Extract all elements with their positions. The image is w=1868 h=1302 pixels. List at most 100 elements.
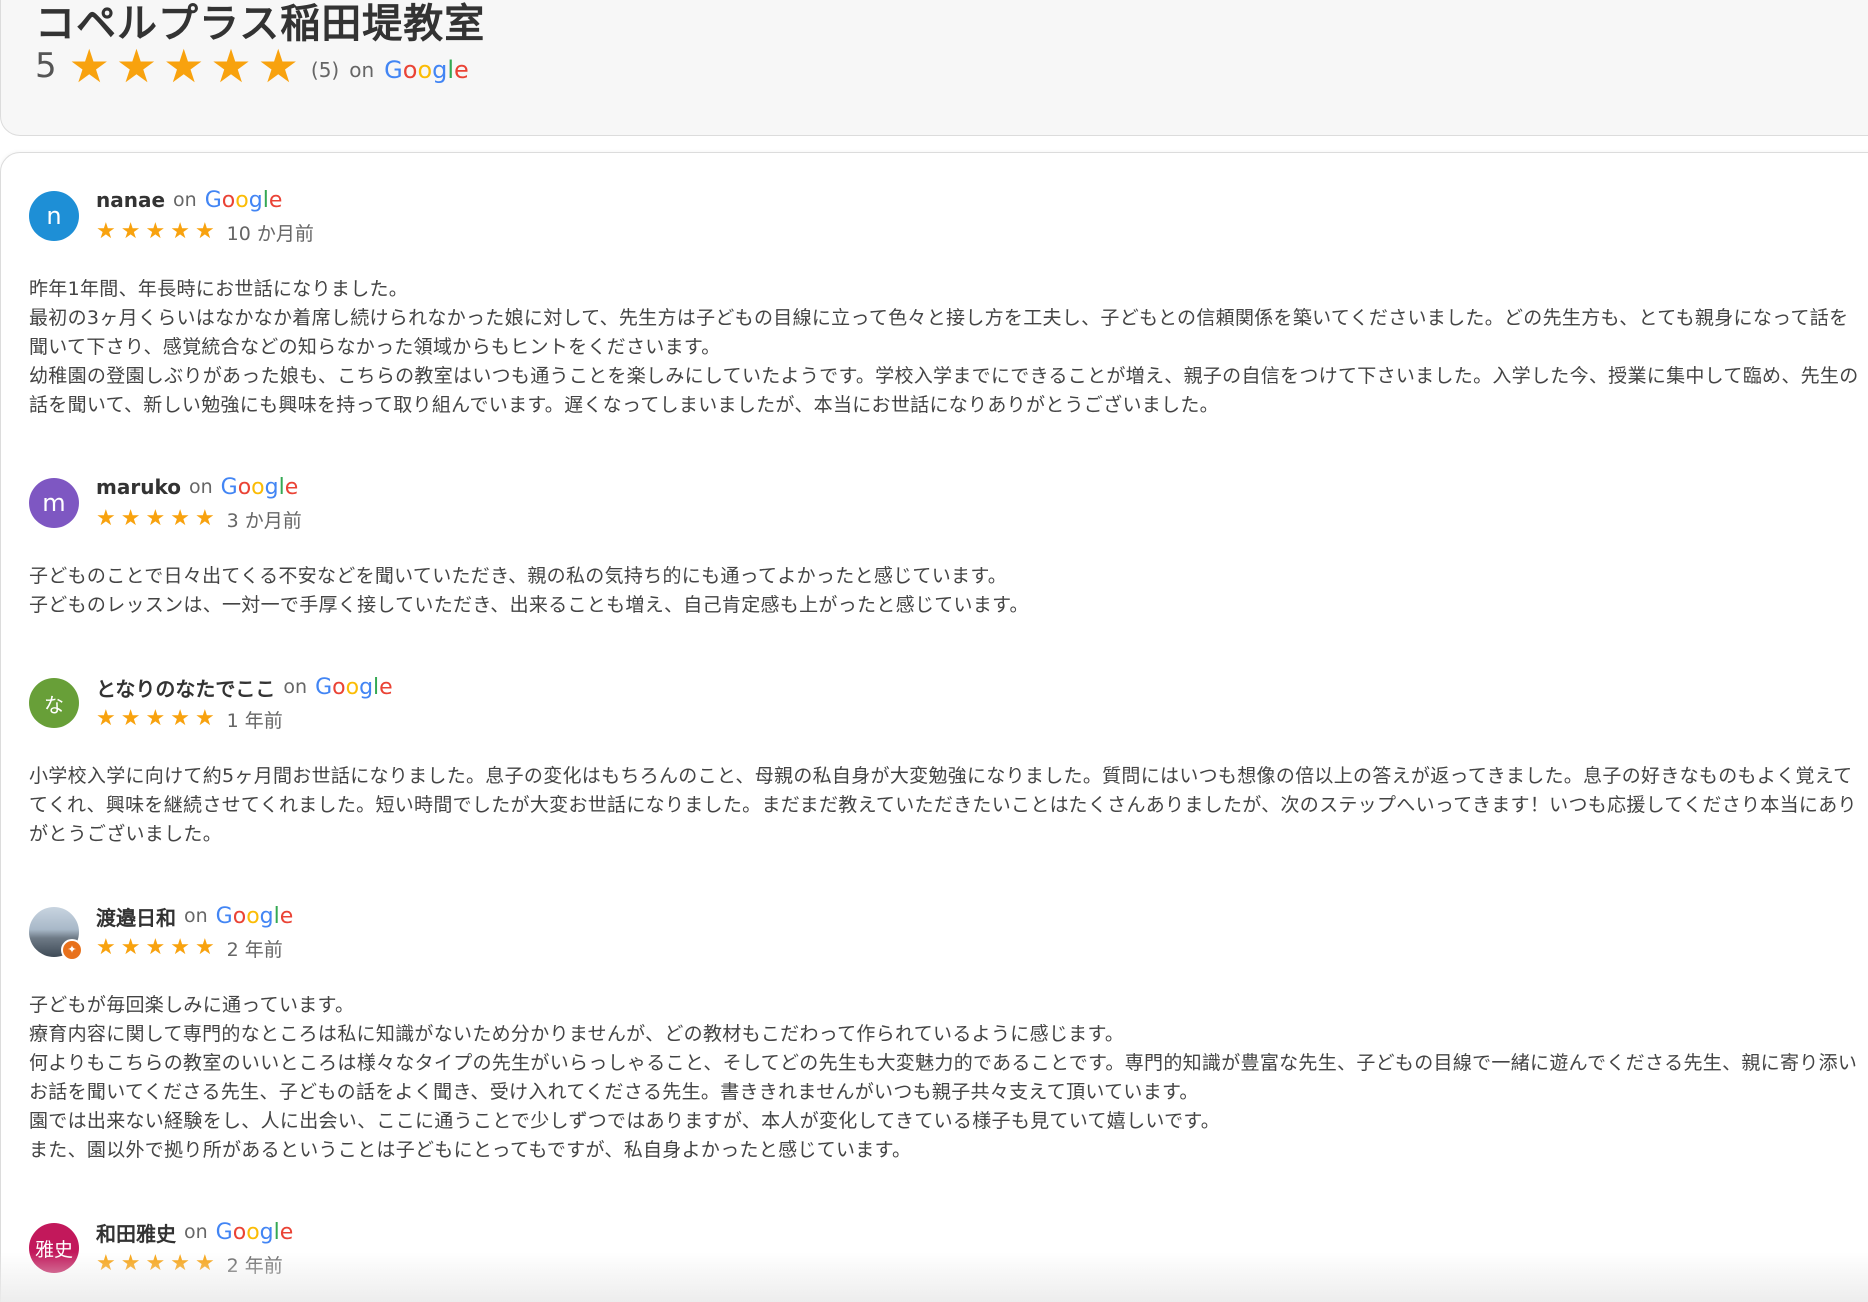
review-time: 10 か月前 [226,222,314,245]
reviewer-line: nanae on Google [96,185,282,215]
star-icon: ★ [96,935,116,960]
review-stars: ★ ★ ★ ★ ★ [96,1253,215,1275]
reviewer-name[interactable]: 渡邉日和 [96,902,176,931]
on-label: on [283,676,308,698]
on-label: on [173,189,197,211]
star-icon: ★ [170,935,190,960]
star-icon: ★ [145,219,166,244]
google-logo[interactable]: Google [315,675,393,700]
review-time: 2 年前 [226,938,283,961]
google-logo-letter: e [379,674,393,700]
google-logo[interactable]: Google [221,475,299,500]
google-logo-letter: g [264,474,279,500]
google-logo-letter: o [221,187,236,213]
google-logo-letter: o [232,1219,247,1245]
star-icon: ★ [120,219,141,244]
review-rating: ★ ★ ★ ★ ★ 3 か月前 [96,504,302,534]
review-time: 1 年前 [226,709,283,732]
review-time: 2 年前 [226,1254,283,1277]
star-icon: ★ [115,39,158,93]
avatar[interactable]: 雅史 [29,1223,79,1273]
review-rating: ★ ★ ★ ★ ★ 10 か月前 [96,217,314,247]
google-logo-letter: G [215,903,233,929]
google-logo-letter: g [248,187,263,213]
google-logo[interactable]: Google [216,904,294,929]
review-rating: ★ ★ ★ ★ ★ 2 年前 [96,933,283,963]
on-label: on [188,476,213,498]
google-logo-letter: g [259,1219,274,1245]
star-icon: ★ [120,1251,141,1276]
star-icon: ★ [210,39,252,93]
summary-card: コペルプラス稲田堤教室 5 ★ ★ ★ ★ ★ (5) on Google [0,0,1868,136]
avatar[interactable]: m [29,478,79,528]
google-logo[interactable]: Google [216,1220,294,1245]
google-logo-letter: o [235,187,249,213]
google-logo-letter: o [251,474,265,500]
star-icon: ★ [194,219,215,244]
review-text: 子どものことで日々出てくる不安などを聞いていただき、親の私の気持ち的にも通ってよ… [29,565,1029,616]
reviewer-name[interactable]: maruko [96,475,181,499]
google-logo-letter: e [454,56,469,84]
reviewer-name[interactable]: となりのなたでここ [96,673,275,702]
reviews-list: n nanae on Google ★ ★ ★ ★ ★ 10 か月前 昨年1年間… [0,152,1868,1302]
star-icon: ★ [96,506,116,531]
google-logo[interactable]: Google [384,56,469,84]
star-icon: ★ [145,935,166,960]
avatar[interactable]: な [29,678,79,728]
reviews-widget: コペルプラス稲田堤教室 5 ★ ★ ★ ★ ★ (5) on Google n … [0,0,1868,1302]
google-logo-letter: o [232,903,247,929]
avatar[interactable]: n [29,191,79,241]
review-rating: ★ ★ ★ ★ ★ 1 年前 [96,704,283,734]
rating-stars: ★ ★ ★ ★ ★ [69,43,299,89]
rating-summary: 5 ★ ★ ★ ★ ★ (5) on Google [35,43,469,89]
google-logo-letter: o [345,674,360,700]
review-count[interactable]: (5) [311,58,339,82]
star-icon: ★ [170,1251,190,1276]
google-logo-letter: g [259,903,274,929]
google-logo-letter: o [246,1219,260,1245]
review-stars: ★ ★ ★ ★ ★ [96,708,215,730]
star-icon: ★ [120,935,141,960]
rating-value: 5 [35,46,57,86]
reviewer-line: 渡邉日和 on Google [96,901,293,931]
star-icon: ★ [170,219,190,244]
reviewer-name[interactable]: nanae [96,188,165,212]
review-text: 小学校入学に向けて約5ヶ月間お世話になりました。息子の変化はもちろんのこと、母親… [29,765,1857,845]
reviewer-name[interactable]: 和田雅史 [96,1218,176,1247]
avatar[interactable]: ✦ [29,907,83,961]
google-logo[interactable]: Google [205,188,283,213]
google-logo-letter: G [384,56,403,84]
star-icon: ★ [120,706,141,731]
on-label: on [184,905,208,927]
avatar-initial: n [46,202,62,230]
star-icon: ★ [194,706,215,731]
google-logo-letter: G [215,1219,233,1245]
on-label: on [349,58,375,82]
star-icon: ★ [96,219,116,244]
star-icon: ★ [145,506,166,531]
avatar-initial: な [44,692,64,717]
review-stars: ★ ★ ★ ★ ★ [96,508,215,530]
reviewer-line: となりのなたでここ on Google [96,672,393,702]
reviewer-line: maruko on Google [96,472,298,502]
google-logo-letter: G [220,474,238,500]
star-icon: ★ [96,1251,116,1276]
google-logo-letter: G [315,674,333,700]
google-logo-letter: e [279,903,294,929]
star-icon: ★ [194,506,215,531]
star-icon: ★ [145,706,166,731]
star-icon: ★ [170,506,190,531]
star-icon: ★ [194,935,215,960]
google-logo-letter: o [417,56,433,84]
review-stars: ★ ★ ★ ★ ★ [96,221,215,243]
google-logo-letter: e [268,187,283,213]
reviewer-line: 和田雅史 on Google [96,1217,293,1247]
review-stars: ★ ★ ★ ★ ★ [96,937,215,959]
review-time: 3 か月前 [226,509,302,532]
google-logo-letter: G [204,187,222,213]
star-icon: ★ [145,1251,166,1276]
review-rating: ★ ★ ★ ★ ★ 2 年前 [96,1249,283,1279]
star-icon: ★ [194,1251,215,1276]
avatar-initial: m [42,489,66,517]
on-label: on [184,1221,208,1243]
